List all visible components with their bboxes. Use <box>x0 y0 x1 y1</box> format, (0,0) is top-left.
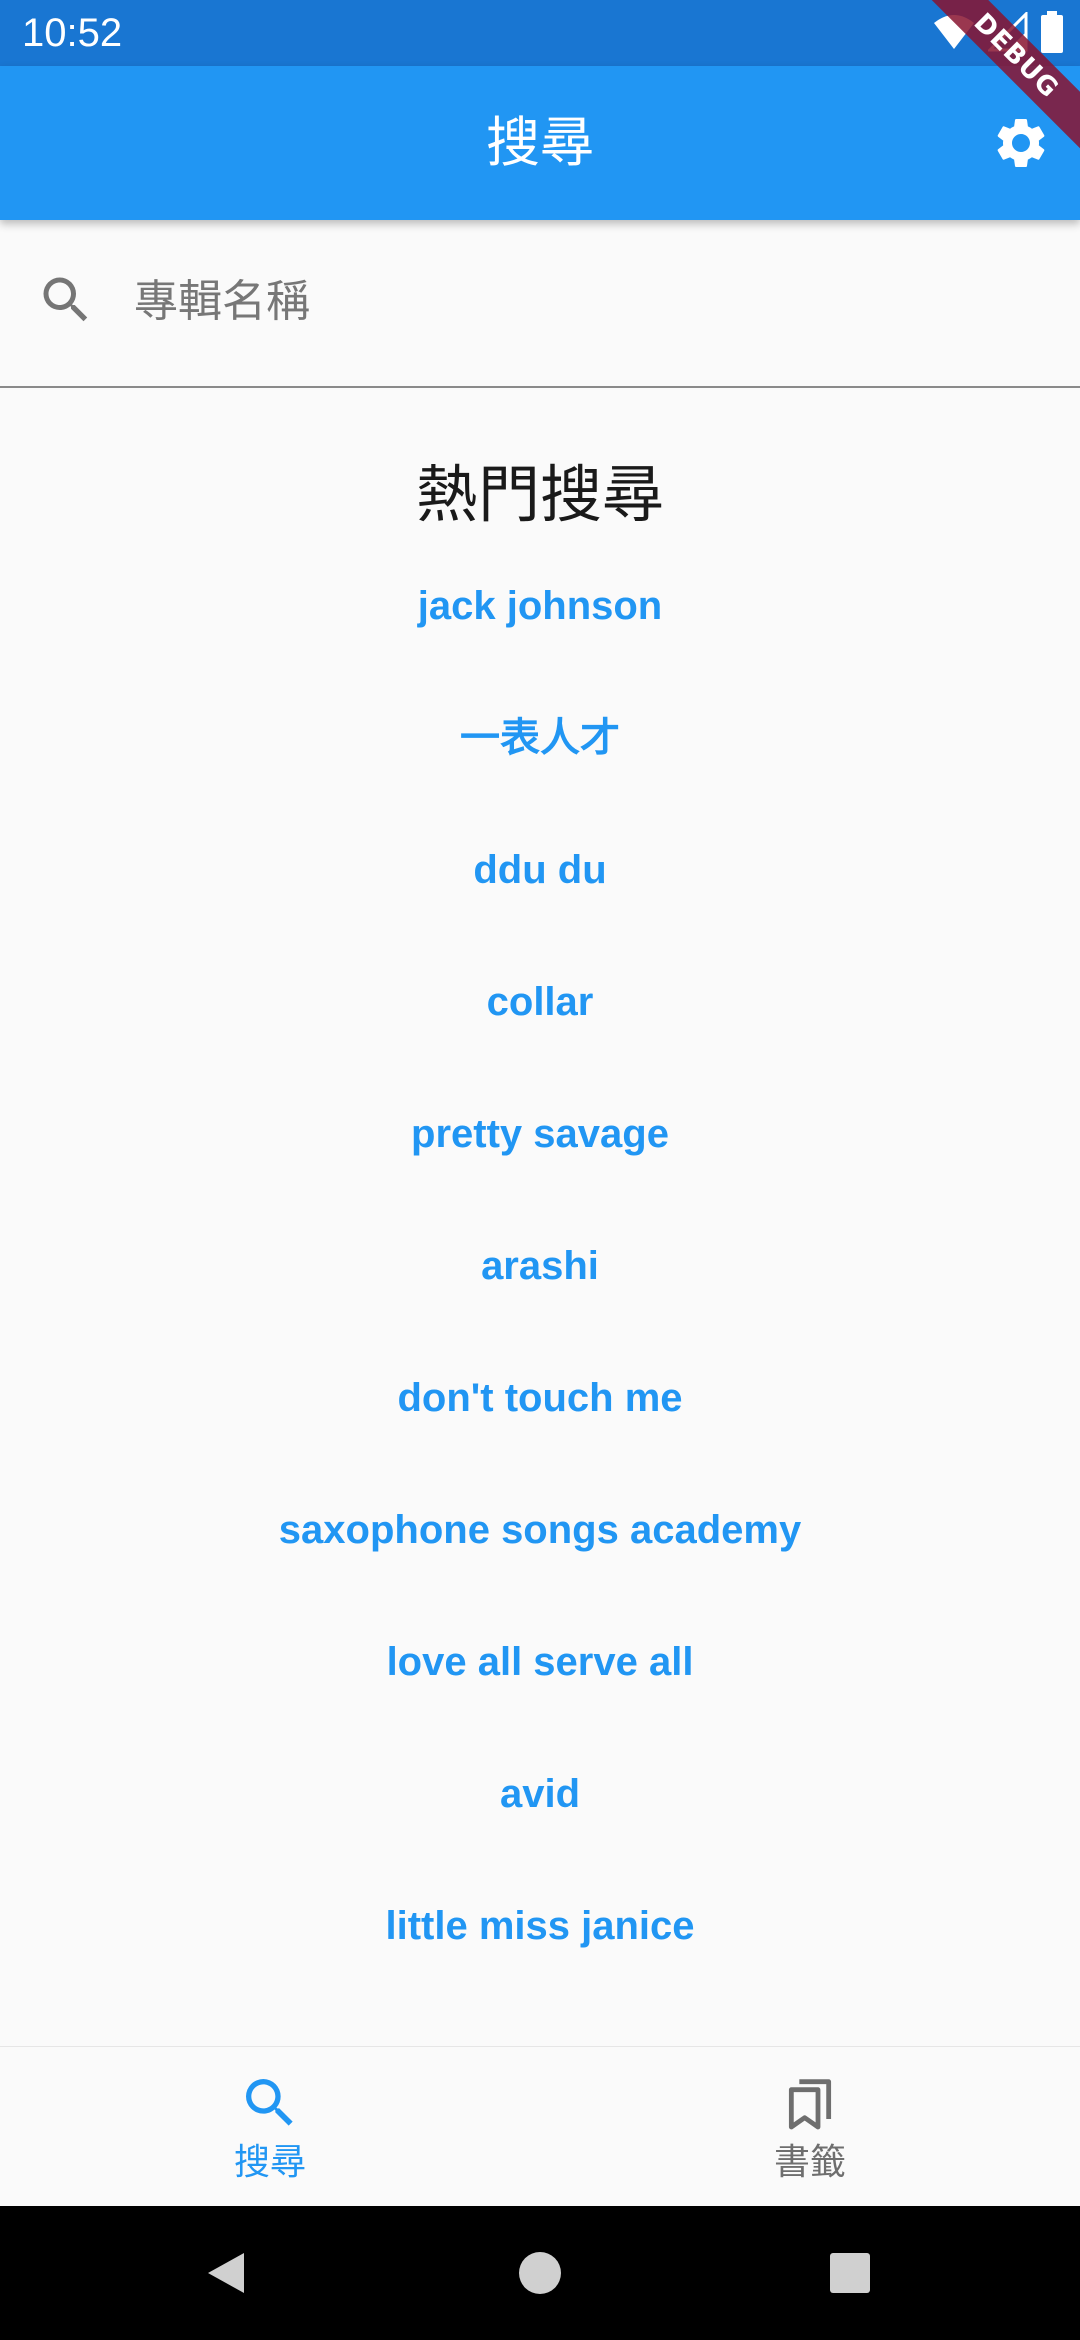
home-icon <box>519 2252 561 2294</box>
nav-item-bookmarks[interactable]: 書籤 <box>540 2047 1080 2207</box>
hot-search-item[interactable]: don't touch me <box>0 1352 1080 1484</box>
recents-icon <box>830 2253 870 2293</box>
search-icon <box>36 270 96 330</box>
search-input[interactable] <box>132 260 1016 342</box>
status-bar: 10:52 <box>0 0 1080 66</box>
hot-search-item[interactable]: pretty savage <box>0 1088 1080 1220</box>
hot-search-item[interactable]: arashi <box>0 1220 1080 1352</box>
hot-search-item[interactable]: saxophone songs academy <box>0 1484 1080 1616</box>
hot-search-item[interactable]: little miss janice <box>0 1880 1080 2012</box>
search-bar <box>0 220 1080 388</box>
hot-search-item[interactable]: collar <box>0 956 1080 1088</box>
status-time: 10:52 <box>22 11 123 55</box>
hot-search-item[interactable]: avid <box>0 1748 1080 1880</box>
nav-label-bookmarks: 書籤 <box>773 2142 846 2183</box>
recents-button[interactable] <box>820 2243 880 2303</box>
app-bar: 搜尋 <box>0 66 1080 220</box>
search-icon <box>246 2079 293 2126</box>
battery-icon <box>1040 11 1064 57</box>
hot-search-item[interactable]: ddu du <box>0 824 1080 956</box>
bottom-navigation: 搜尋 書籤 <box>0 2046 1080 2207</box>
hot-searches-title: 熱門搜尋 <box>415 458 664 531</box>
hot-search-item[interactable]: jack johnson <box>0 560 1080 692</box>
back-button[interactable] <box>196 2243 256 2303</box>
bookmarks-icon <box>788 2079 832 2130</box>
hot-search-item[interactable]: love all serve all <box>0 1616 1080 1748</box>
system-navigation-bar <box>0 2206 1080 2340</box>
nav-label-search: 搜尋 <box>233 2142 306 2183</box>
hot-searches-list: jack johnson 一表人才 ddu du collar pretty s… <box>0 560 1080 2012</box>
hot-search-item[interactable]: 一表人才 <box>0 692 1080 824</box>
home-button[interactable] <box>510 2243 570 2303</box>
app-screen: 10:52 搜尋 DEBUG 專輯名稱 熱門搜尋 jack johnson 一表… <box>0 0 1080 2340</box>
gear-icon <box>997 118 1045 167</box>
settings-button[interactable] <box>984 106 1058 180</box>
page-title: 搜尋 <box>486 111 594 174</box>
back-icon <box>208 2253 244 2293</box>
nav-item-search[interactable]: 搜尋 <box>0 2047 540 2207</box>
